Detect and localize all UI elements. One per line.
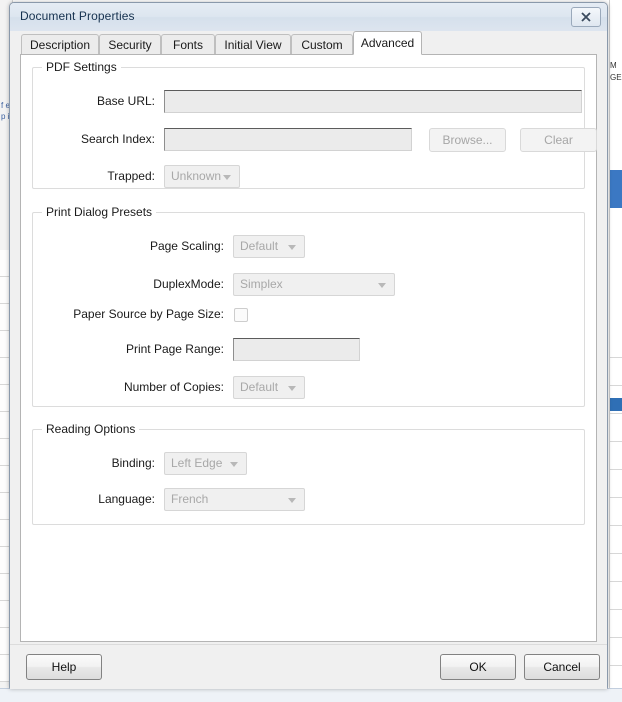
tab-fonts[interactable]: Fonts [161,34,215,55]
page-scaling-value: Default [240,239,279,253]
group-reading-options: Reading Options Binding: Left Edge Langu… [32,422,585,525]
document-properties-dialog: Document Properties Description Security… [9,2,608,689]
dialog-titlebar[interactable]: Document Properties [10,3,607,32]
tab-advanced[interactable]: Advanced [353,31,422,55]
tab-content-panel: PDF Settings Base URL: Search Index: Bro… [20,54,597,642]
background-right-rows [610,330,622,670]
duplex-mode-value: Simplex [240,277,283,291]
number-of-copies-dropdown[interactable]: Default [233,376,305,399]
label-number-of-copies: Number of Copies: [123,380,224,394]
number-of-copies-value: Default [240,380,279,394]
tab-security[interactable]: Security [99,34,161,55]
group-pdf-settings: PDF Settings Base URL: Search Index: Bro… [32,60,597,189]
background-right-text: M GE [610,61,622,82]
label-binding: Binding: [111,456,155,470]
close-icon [581,12,591,22]
binding-value: Left Edge [171,456,223,470]
help-button[interactable]: Help [26,654,102,680]
label-duplex-mode: DuplexMode: [153,277,224,291]
background-right-selection [610,170,622,208]
binding-dropdown[interactable]: Left Edge [164,452,247,475]
language-dropdown[interactable]: French [164,488,305,511]
label-print-page-range: Print Page Range: [125,342,224,356]
dialog-footer: Help OK Cancel [10,644,607,689]
duplex-mode-dropdown[interactable]: Simplex [233,273,395,296]
chevron-down-icon [288,245,296,250]
label-search-index: Search Index: [80,132,155,146]
chevron-down-icon [230,462,238,467]
cancel-button[interactable]: Cancel [524,654,600,680]
group-title-pdf-settings: PDF Settings [42,60,121,74]
tab-custom[interactable]: Custom [291,34,353,55]
group-title-reading-options: Reading Options [42,422,140,436]
print-page-range-input[interactable] [233,338,360,361]
page-scaling-dropdown[interactable]: Default [233,235,305,258]
chevron-down-icon [288,498,296,503]
label-page-scaling: Page Scaling: [149,239,224,253]
language-value: French [171,492,209,506]
close-button[interactable] [571,7,601,27]
base-url-input[interactable] [164,90,582,113]
dialog-title: Document Properties [20,9,135,23]
tab-strip: Description Security Fonts Initial View … [10,31,607,55]
tab-description[interactable]: Description [21,34,99,55]
clear-button[interactable]: Clear [520,128,597,152]
group-title-print-dialog-presets: Print Dialog Presets [42,205,157,219]
label-trapped: Trapped: [107,169,155,183]
tab-initial-view[interactable]: Initial View [215,34,291,55]
label-base-url: Base URL: [96,94,155,108]
paper-source-by-page-size-checkbox[interactable] [234,308,248,322]
chevron-down-icon [378,283,386,288]
background-status-bar [0,688,622,702]
label-paper-source-by-page-size: Paper Source by Page Size: [73,307,224,321]
group-print-dialog-presets: Print Dialog Presets Page Scaling: Defau… [32,205,585,407]
trapped-value: Unknown [171,169,222,183]
chevron-down-icon [288,386,296,391]
browse-button[interactable]: Browse... [429,128,506,152]
chevron-down-icon [223,175,231,180]
trapped-dropdown[interactable]: Unknown [164,165,240,188]
label-language: Language: [98,492,155,506]
ok-button[interactable]: OK [440,654,516,680]
search-index-input[interactable] [164,128,412,151]
